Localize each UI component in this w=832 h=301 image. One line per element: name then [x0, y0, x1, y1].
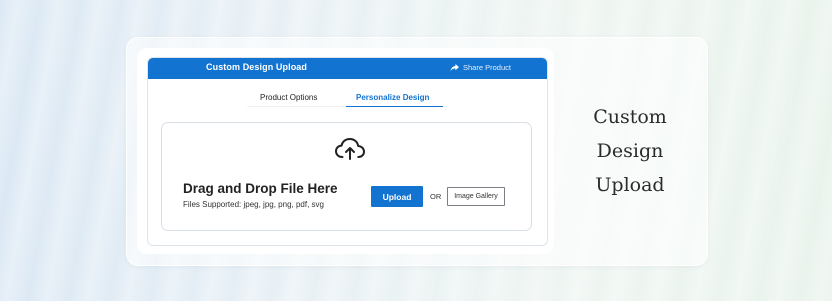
widget-header: Custom Design Upload Share Product: [148, 58, 547, 79]
cloud-upload-icon: [335, 138, 365, 160]
dropzone-title: Drag and Drop File Here: [183, 181, 338, 196]
side-heading-line-3: Upload: [595, 174, 665, 196]
side-heading-line-1: Custom: [593, 106, 667, 128]
share-arrow-icon: [450, 63, 459, 71]
image-gallery-button[interactable]: Image Gallery: [447, 187, 505, 206]
side-heading-line-2: Design: [596, 140, 664, 162]
tab-personalize-design[interactable]: Personalize Design: [356, 93, 429, 102]
active-tab-indicator: [346, 106, 443, 107]
tab-product-options[interactable]: Product Options: [260, 93, 317, 102]
widget-title: Custom Design Upload: [206, 62, 308, 72]
or-separator: OR: [430, 192, 442, 201]
share-product-button[interactable]: Share Product: [450, 63, 511, 72]
custom-design-upload-widget: Custom Design Upload Share Product Produ…: [147, 57, 548, 246]
upload-button[interactable]: Upload: [371, 186, 423, 207]
tab-bar: Product Options Personalize Design: [148, 91, 547, 109]
file-dropzone[interactable]: Drag and Drop File Here Files Supported:…: [161, 122, 532, 231]
supported-files-text: Files Supported: jpeg, jpg, png, pdf, sv…: [183, 200, 324, 209]
side-heading: Custom Design Upload: [585, 100, 675, 202]
share-product-label: Share Product: [463, 63, 511, 72]
